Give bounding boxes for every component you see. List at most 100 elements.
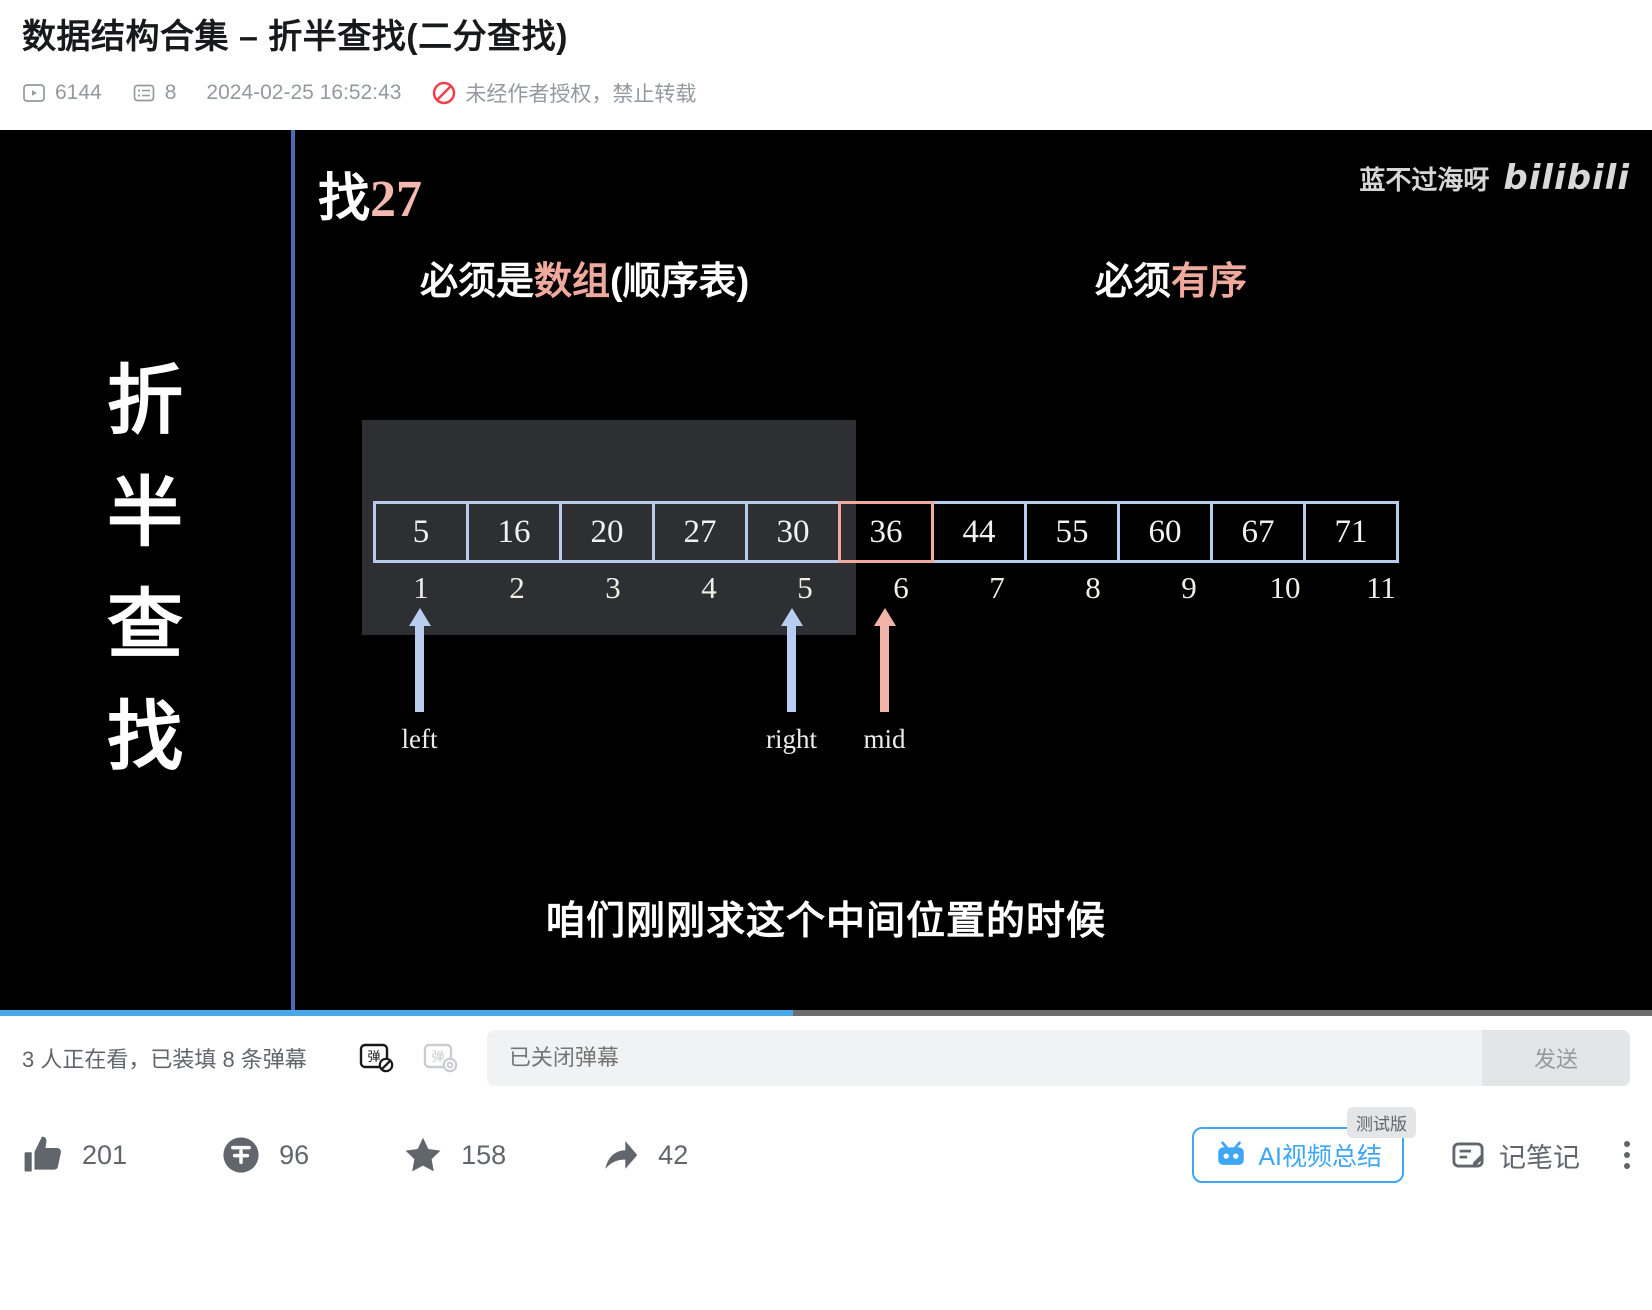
action-toolbar: 201 96 158 42 AI视频总结 测试版 记笔记 [0,1100,1652,1210]
pointer-arrow-left [408,608,431,712]
condition-sorted-note: 必须有序 [1095,250,1247,305]
arrow-shaft [415,626,424,712]
vertical-title-char: 折 [107,359,183,444]
favorite-button[interactable]: 158 [401,1133,506,1177]
array-index: 4 [701,570,717,605]
video-player-surface[interactable]: 折 半 查 找 找27 必须是数组(顺序表) 必须有序 蓝不过海呀 bilibi… [0,130,1652,1010]
danmaku-icon-group: 弹 弹 [355,1037,461,1079]
array-cell: 16 [466,501,562,563]
bilibili-logo-icon: bilibili [1503,158,1630,198]
note-icon [1450,1137,1486,1173]
video-page: 数据结构合集 – 折半查找(二分查找) 6144 8 2024-02-25 16… [0,0,1652,1310]
array-cell: 44 [931,501,1027,563]
danmaku-off-icon[interactable]: 弹 [355,1037,397,1079]
array-index: 3 [605,570,621,605]
svg-text:弹: 弹 [431,1050,444,1065]
array-cell: 20 [559,501,655,563]
copyright-text: 未经作者授权，禁止转载 [465,83,697,106]
take-note-button[interactable]: 记笔记 [1450,1136,1580,1175]
array-cell: 55 [1024,501,1120,563]
condition-right-highlight: 有序 [1171,261,1248,303]
vertical-divider [291,130,295,1010]
publish-date: 2024-02-25 16:52:43 [206,81,402,104]
danmaku-input[interactable] [486,1045,1482,1071]
pointer-label-right: right [766,724,817,754]
ai-summary-label: AI视频总结 [1258,1143,1382,1171]
share-button[interactable]: 42 [598,1133,688,1177]
array-cell: 67 [1210,501,1306,563]
ai-summary-button[interactable]: AI视频总结 测试版 [1192,1107,1416,1183]
copyright-notice: 未经作者授权，禁止转载 [431,78,696,108]
array-index: 7 [989,570,1005,605]
condition-array-note: 必须是数组(顺序表) [420,250,749,305]
array-index-row: 1 2 3 4 5 6 7 8 9 10 11 [373,570,1429,606]
robot-icon [1214,1138,1248,1172]
pointer-arrow-right [780,608,803,712]
more-vertical-icon [1624,1141,1630,1169]
condition-left-prefix: 必须是 [420,261,535,303]
coin-count: 96 [279,1139,310,1170]
array-cell: 36 [838,501,934,563]
more-dot [1624,1141,1630,1147]
video-progress-played [0,1010,793,1016]
player-wrapper: 折 半 查 找 找27 必须是数组(顺序表) 必须有序 蓝不过海呀 bilibi… [0,130,1652,1016]
find-prefix-text: 找 [318,171,371,228]
ai-summary-badge: 测试版 [1347,1107,1416,1138]
coin-icon [219,1133,263,1177]
array-index: 2 [509,570,525,605]
condition-left-suffix: (顺序表) [610,261,750,303]
arrow-head [873,608,896,626]
video-subtitle: 咱们刚刚求这个中间位置的时候 [545,900,1106,943]
more-options-button[interactable] [1624,1141,1630,1169]
comment-count-item: 8 [132,81,177,105]
arrow-head [780,608,803,626]
array-index: 8 [1085,570,1101,605]
danmaku-bar: 3 人正在看，已装填 8 条弹幕 弹 弹 已关闭弹幕 发送 [0,1016,1652,1100]
channel-watermark: 蓝不过海呀 bilibili [1359,158,1630,198]
video-progress-bar[interactable] [0,1010,1652,1016]
coin-button[interactable]: 96 [219,1133,309,1177]
page-title: 数据结构合集 – 折半查找(二分查找) [22,18,568,56]
condition-left-highlight: 数组 [534,261,611,303]
pointer-arrow-mid [873,608,896,712]
array-index: 11 [1366,570,1396,605]
comment-count-icon [132,81,156,105]
share-count: 42 [658,1139,689,1170]
array-cell: 30 [745,501,841,563]
vertical-title: 折 半 查 找 [0,130,290,1010]
like-button[interactable]: 201 [22,1133,127,1177]
like-count: 201 [82,1139,128,1170]
array-visualization: 5 16 20 27 30 36 44 55 60 67 71 [373,501,1399,563]
watermark-author-name: 蓝不过海呀 [1359,164,1490,195]
more-dot [1624,1152,1630,1158]
danmaku-send-button[interactable]: 发送 [1482,1030,1630,1086]
condition-right-prefix: 必须 [1095,261,1172,303]
page-header: 数据结构合集 – 折半查找(二分查找) 6144 8 2024-02-25 16… [0,0,1652,108]
vertical-title-char: 找 [107,695,183,780]
array-index: 10 [1269,570,1301,605]
svg-text:弹: 弹 [367,1050,380,1065]
favorite-count: 158 [461,1139,507,1170]
pointer-label-left: left [401,724,438,754]
share-arrow-icon [598,1133,642,1177]
view-count-item: 6144 [22,81,102,105]
array-cell: 71 [1303,501,1399,563]
no-repost-icon [431,80,457,106]
danmaku-status-text: 3 人正在看，已装填 8 条弹幕 [22,1047,307,1072]
arrow-shaft [787,626,796,712]
take-note-label: 记笔记 [1499,1142,1580,1173]
comment-count-value: 8 [164,81,177,104]
more-dot [1624,1163,1630,1169]
vertical-title-char: 半 [107,471,183,556]
video-meta-row: 6144 8 2024-02-25 16:52:43 未经作者授权，禁止转载 [22,78,1630,108]
thumbs-up-icon [22,1133,66,1177]
array-cell: 27 [652,501,748,563]
array-cell: 5 [373,501,469,563]
danmaku-settings-icon[interactable]: 弹 [419,1037,461,1079]
array-cell: 60 [1117,501,1213,563]
find-target-value: 27 [370,171,423,228]
array-index: 6 [893,570,909,605]
vertical-title-char: 查 [107,583,183,668]
danmaku-input-wrapper: 发送 [486,1030,1630,1086]
arrow-head [408,608,431,626]
